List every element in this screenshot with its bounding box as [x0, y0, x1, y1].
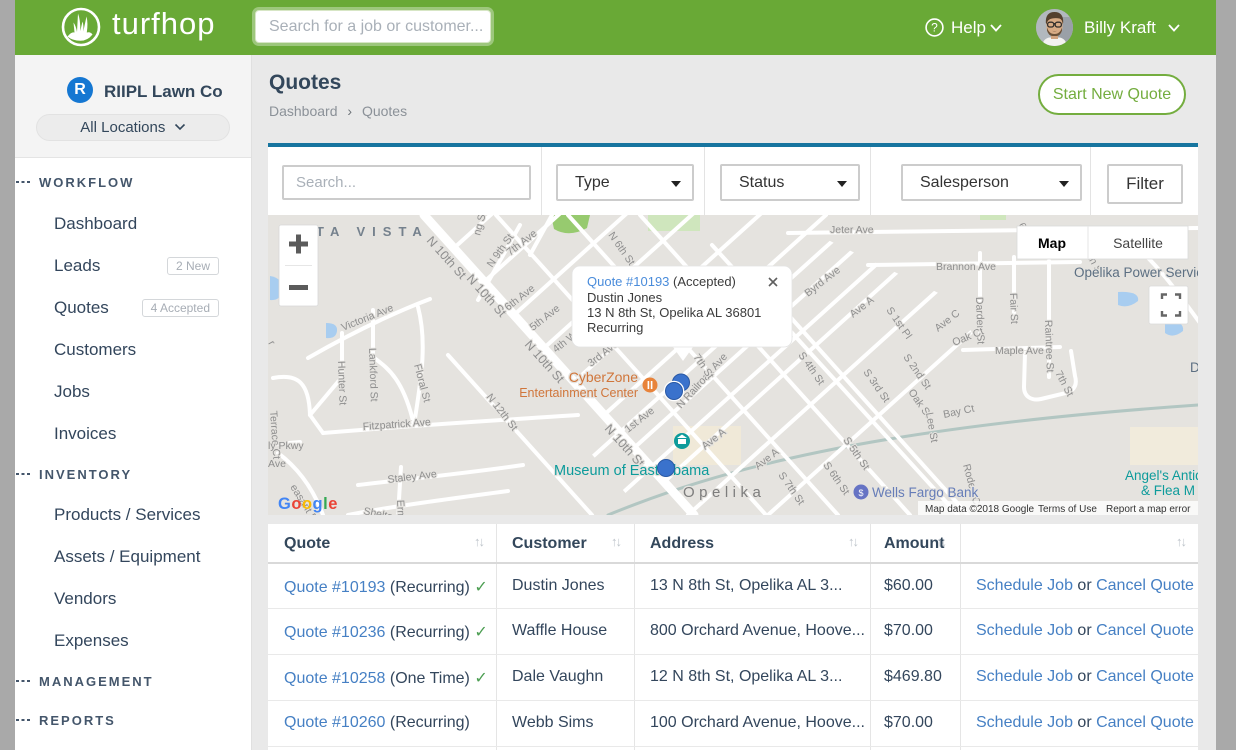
- svg-text:Opelika Power Servic: Opelika Power Servic: [1074, 265, 1198, 280]
- svg-text:Angel's Antiqu: Angel's Antiqu: [1125, 468, 1198, 483]
- svg-text:Dustin Jones: Dustin Jones: [587, 290, 663, 305]
- svg-text:Map: Map: [1038, 235, 1066, 251]
- svg-text:Terms of Use: Terms of Use: [1038, 504, 1097, 515]
- svg-text:Museum of East A: Museum of East A: [554, 463, 672, 479]
- svg-text:Raintree St: Raintree St: [1042, 320, 1056, 373]
- svg-text:Fair St: Fair St: [1007, 293, 1020, 324]
- svg-text:CyberZone: CyberZone: [569, 369, 638, 385]
- svg-text:bama: bama: [673, 463, 710, 479]
- svg-text:& Flea M: & Flea M: [1141, 483, 1195, 498]
- svg-text:Recurring: Recurring: [587, 320, 643, 335]
- svg-text:Ave: Ave: [268, 458, 286, 470]
- svg-text:Satellite: Satellite: [1113, 235, 1163, 251]
- svg-text:TA VISTA: TA VISTA: [316, 224, 429, 239]
- svg-text:Report a map error: Report a map error: [1106, 504, 1191, 515]
- svg-text:ly Pkwy: ly Pkwy: [268, 440, 304, 452]
- svg-text:D: D: [1190, 360, 1198, 375]
- svg-text:Jeter Ave: Jeter Ave: [830, 224, 874, 236]
- svg-text:Opelika: Opelika: [683, 484, 765, 501]
- svg-text:13 N 8th St, Opelika AL 36801: 13 N 8th St, Opelika AL 36801: [587, 305, 761, 320]
- svg-text:Terrace Ct: Terrace Ct: [268, 410, 282, 459]
- svg-text:Quote #10193 (Accepted): Quote #10193 (Accepted): [587, 274, 736, 289]
- svg-text:Hunter St: Hunter St: [335, 361, 349, 406]
- svg-text:Map data ©2018 Google: Map data ©2018 Google: [925, 504, 1035, 515]
- svg-text:$: $: [858, 488, 863, 498]
- svg-text:Lankford St: Lankford St: [366, 348, 380, 402]
- svg-text:Google: Google: [278, 495, 338, 513]
- svg-text:Entertainment Center: Entertainment Center: [519, 386, 638, 400]
- svg-text:Maple Ave: Maple Ave: [995, 345, 1044, 357]
- svg-text:Brannon Ave: Brannon Ave: [936, 261, 996, 273]
- svg-text:?: ?: [931, 21, 938, 35]
- svg-text:Wells Fargo Bank: Wells Fargo Bank: [872, 485, 979, 500]
